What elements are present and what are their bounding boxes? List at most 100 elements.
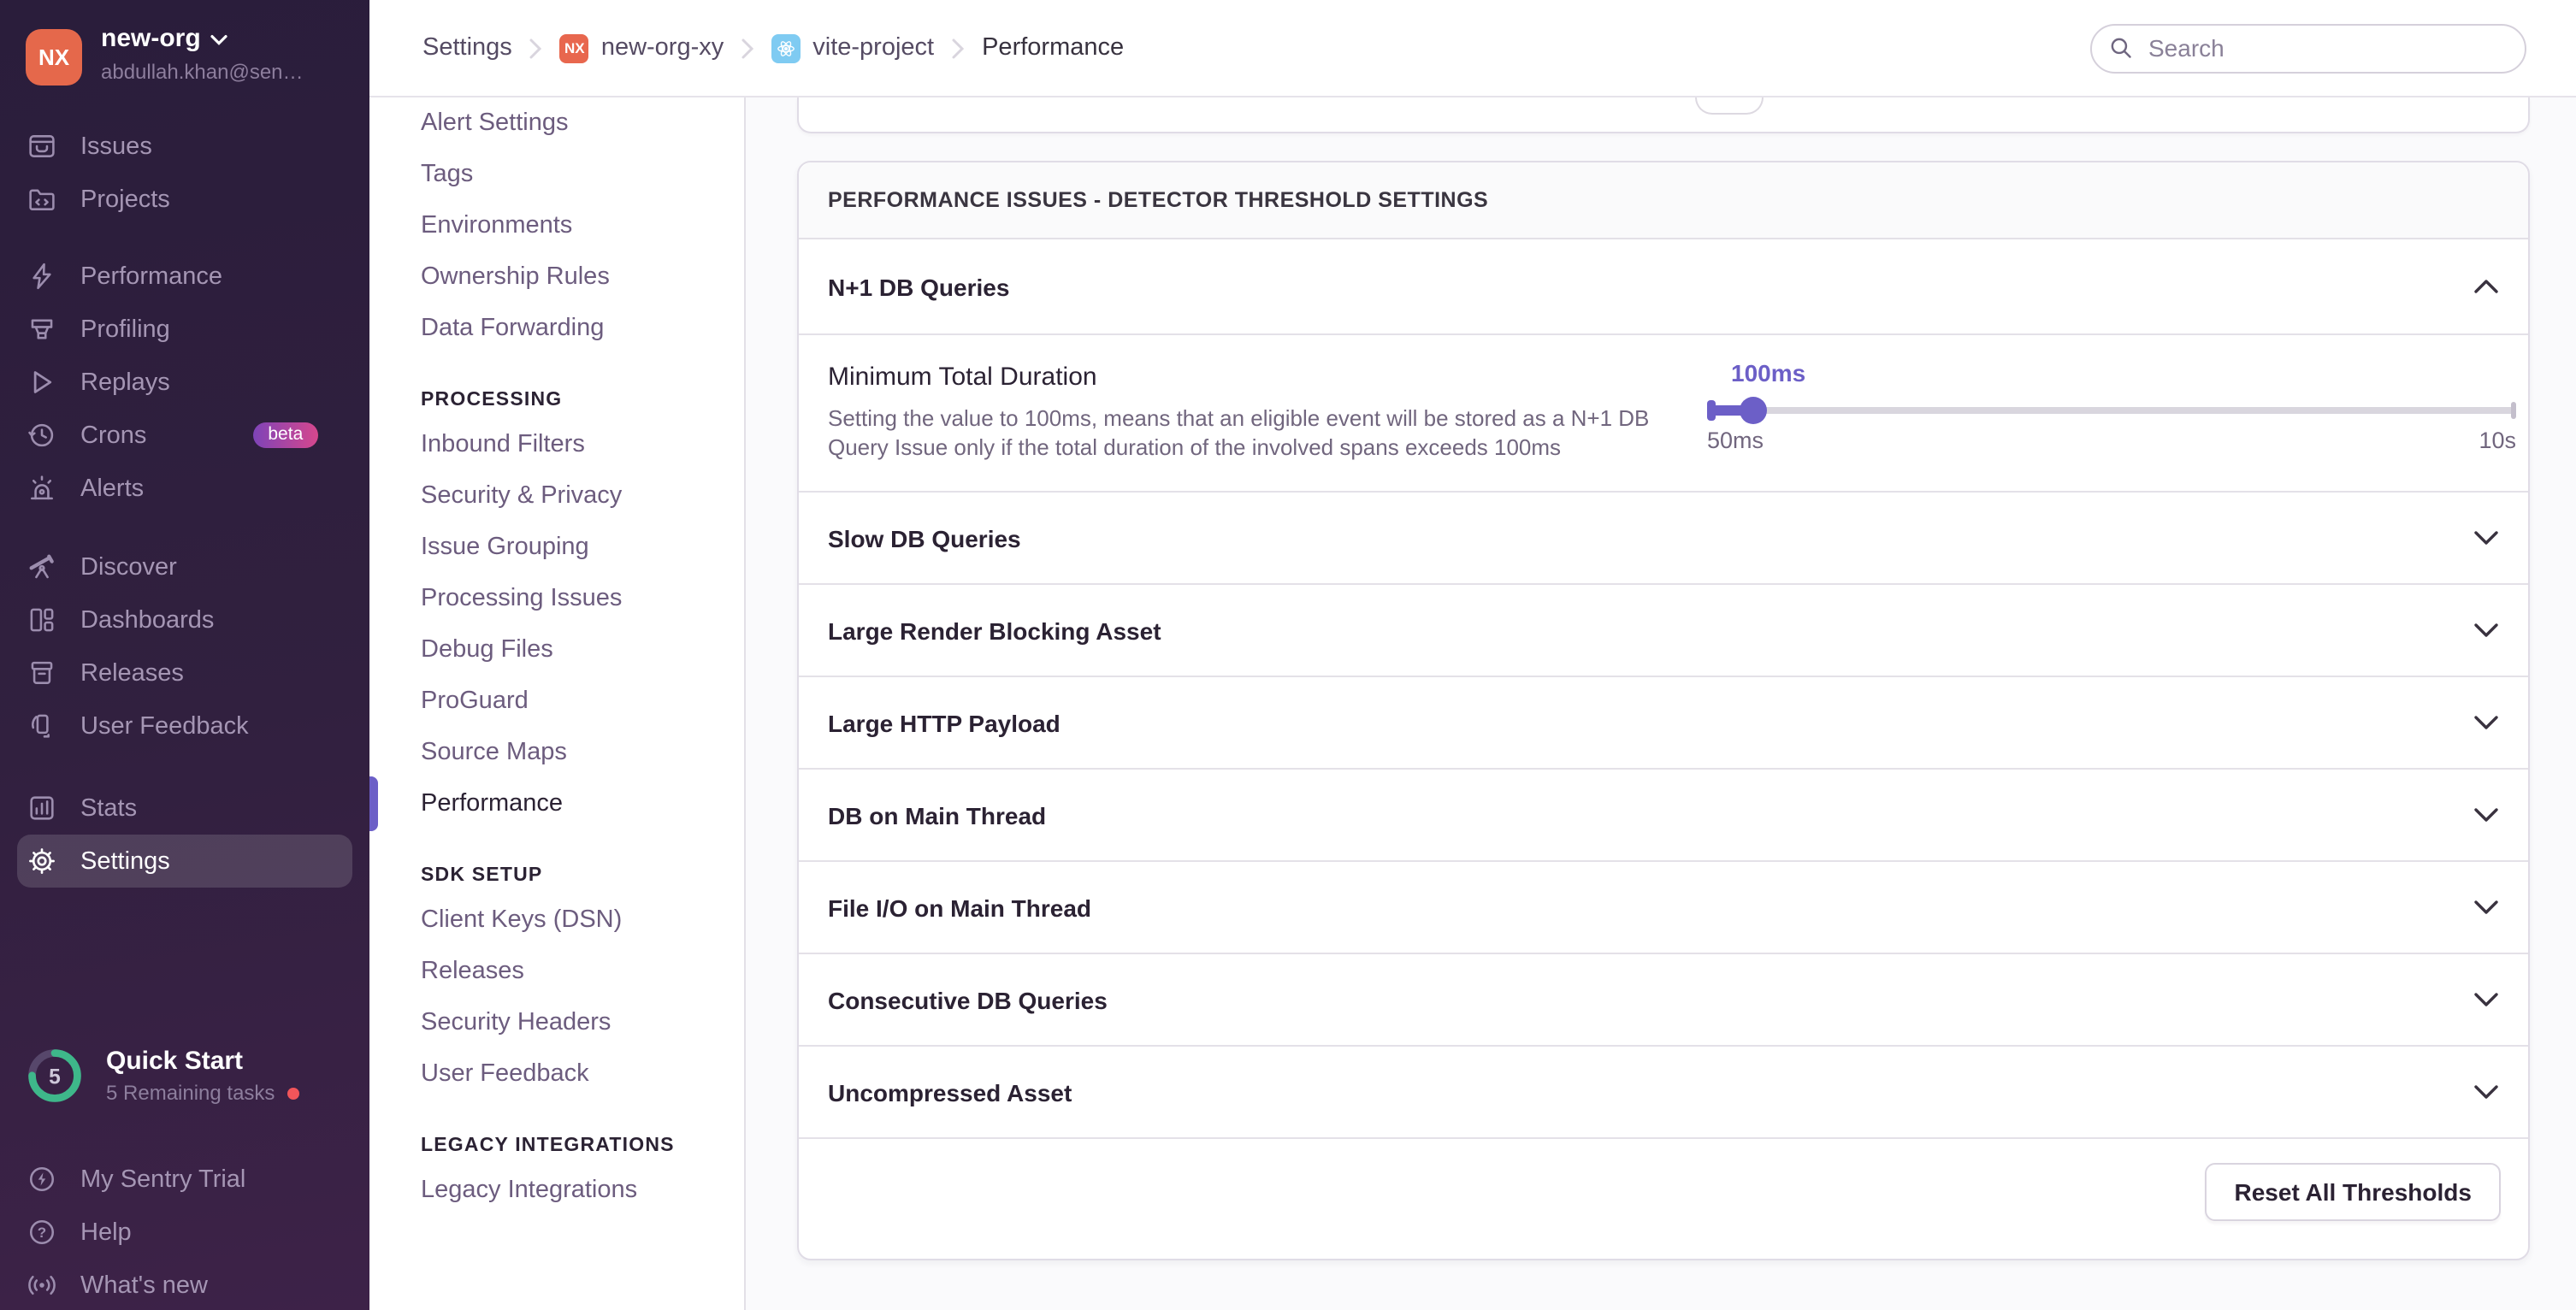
accordion-row-n1-db-queries[interactable]: N+1 DB Queries xyxy=(799,239,2528,335)
accordion-row-consecutive-db-queries[interactable]: Consecutive DB Queries xyxy=(799,954,2528,1047)
sidebar-item-whats-new[interactable]: What's new xyxy=(0,1259,369,1310)
slider-thumb[interactable] xyxy=(1740,397,1767,424)
sidebar-item-label: My Sentry Trial xyxy=(80,1165,245,1193)
settings-nav-item-security-headers[interactable]: Security Headers xyxy=(369,997,744,1048)
sidebar-item-performance[interactable]: Performance xyxy=(0,250,369,303)
dashboards-icon xyxy=(27,605,56,634)
stats-icon xyxy=(27,794,56,823)
settings-nav-item-tags[interactable]: Tags xyxy=(369,149,744,200)
breadcrumb-org[interactable]: NX new-org-xy xyxy=(560,33,724,62)
accordion-row-file-io-on-main-thread[interactable]: File I/O on Main Thread xyxy=(799,862,2528,954)
sidebar-item-releases[interactable]: Releases xyxy=(0,646,369,699)
duration-slider: 100ms 50ms 10s xyxy=(1707,335,2516,493)
profiling-icon xyxy=(27,315,56,344)
help-icon: ? xyxy=(27,1218,56,1247)
chevron-right-icon xyxy=(529,37,543,59)
chevron-down-icon xyxy=(211,34,228,46)
sidebar-group-main: Issues Projects xyxy=(0,120,369,226)
sidebar-item-label: Crons xyxy=(80,422,146,449)
sidebar-item-label: Releases xyxy=(80,659,184,687)
settings-nav-header-processing: PROCESSING xyxy=(369,381,744,419)
projects-icon xyxy=(27,185,56,214)
setting-label: Minimum Total Duration xyxy=(828,363,1692,392)
settings-nav-item-debug-files[interactable]: Debug Files xyxy=(369,624,744,676)
sidebar-item-replays[interactable]: Replays xyxy=(0,356,369,409)
accordion-title: File I/O on Main Thread xyxy=(828,894,1091,921)
user-feedback-icon xyxy=(27,711,56,741)
sidebar-item-alerts[interactable]: Alerts xyxy=(0,462,369,515)
search-box[interactable] xyxy=(2090,23,2526,73)
sidebar-item-label: Issues xyxy=(80,133,152,160)
settings-nav-item-environments[interactable]: Environments xyxy=(369,200,744,251)
sidebar-item-stats[interactable]: Stats xyxy=(0,782,369,835)
org-name: new-org xyxy=(101,24,201,56)
chevron-down-icon xyxy=(2473,715,2499,730)
broadcast-icon xyxy=(27,1271,56,1300)
settings-nav-item-security-privacy[interactable]: Security & Privacy xyxy=(369,470,744,522)
settings-nav-item-legacy-integrations[interactable]: Legacy Integrations xyxy=(369,1165,744,1216)
sidebar-item-label: Help xyxy=(80,1219,132,1246)
settings-nav-item-performance[interactable]: Performance xyxy=(369,778,744,829)
settings-nav-item-releases[interactable]: Releases xyxy=(369,946,744,997)
slider-start-cap xyxy=(1707,400,1716,421)
alerts-icon xyxy=(27,474,56,503)
accordion-row-large-http-payload[interactable]: Large HTTP Payload xyxy=(799,677,2528,770)
settings-nav: Alert Settings Tags Environments Ownersh… xyxy=(369,97,746,1310)
breadcrumb-settings[interactable]: Settings xyxy=(422,34,512,62)
settings-nav-item-issue-grouping[interactable]: Issue Grouping xyxy=(369,522,744,573)
sidebar-item-discover[interactable]: Discover xyxy=(0,540,369,593)
accordion-title: DB on Main Thread xyxy=(828,801,1046,829)
settings-nav-item-client-keys[interactable]: Client Keys (DSN) xyxy=(369,894,744,946)
sidebar-item-crons[interactable]: Crons beta xyxy=(0,409,369,462)
issues-icon xyxy=(27,132,56,161)
breadcrumb-bar: Settings NX new-org-xy vite-project xyxy=(369,0,2576,97)
accordion-row-slow-db-queries[interactable]: Slow DB Queries xyxy=(799,493,2528,585)
sidebar-group-explore: Discover Dashboards Releases User Feedba… xyxy=(0,540,369,752)
settings-nav-item-ownership-rules[interactable]: Ownership Rules xyxy=(369,251,744,303)
performance-icon xyxy=(27,262,56,291)
trial-icon xyxy=(27,1165,56,1194)
sidebar-item-label: Dashboards xyxy=(80,606,214,634)
accordion-title: Large HTTP Payload xyxy=(828,709,1061,736)
org-switcher[interactable]: NX new-org abdullah.khan@sen… xyxy=(0,0,369,86)
accordion-row-large-render-blocking-asset[interactable]: Large Render Blocking Asset xyxy=(799,585,2528,677)
settings-nav-item-inbound-filters[interactable]: Inbound Filters xyxy=(369,419,744,470)
sidebar-item-settings[interactable]: Settings xyxy=(17,835,352,888)
sidebar-item-user-feedback[interactable]: User Feedback xyxy=(0,699,369,752)
breadcrumb-project[interactable]: vite-project xyxy=(771,33,934,62)
sidebar-item-dashboards[interactable]: Dashboards xyxy=(0,593,369,646)
slider-track[interactable] xyxy=(1707,407,2516,414)
chevron-down-icon xyxy=(2473,623,2499,638)
project-platform-icon xyxy=(771,33,801,62)
sidebar-item-my-sentry-trial[interactable]: My Sentry Trial xyxy=(0,1153,369,1206)
org-avatar: NX xyxy=(26,29,82,86)
sidebar-item-help[interactable]: ? Help xyxy=(0,1206,369,1259)
breadcrumb-org-label: new-org-xy xyxy=(601,34,724,62)
settings-nav-item-proguard[interactable]: ProGuard xyxy=(369,676,744,727)
settings-nav-item-processing-issues[interactable]: Processing Issues xyxy=(369,573,744,624)
panel-header: PERFORMANCE ISSUES - DETECTOR THRESHOLD … xyxy=(799,162,2528,239)
settings-nav-item-alert-settings[interactable]: Alert Settings xyxy=(369,97,744,149)
sidebar-item-issues[interactable]: Issues xyxy=(0,120,369,173)
discover-icon xyxy=(27,552,56,581)
accordion-title: Large Render Blocking Asset xyxy=(828,617,1161,644)
sidebar-item-label: Profiling xyxy=(80,316,170,343)
accordion-title: N+1 DB Queries xyxy=(828,273,1009,300)
settings-nav-item-source-maps[interactable]: Source Maps xyxy=(369,727,744,778)
chevron-right-icon xyxy=(741,37,754,59)
accordion-row-db-on-main-thread[interactable]: DB on Main Thread xyxy=(799,770,2528,862)
search-input[interactable] xyxy=(2145,32,2508,63)
sidebar-item-projects[interactable]: Projects xyxy=(0,173,369,226)
quick-start[interactable]: 5 Quick Start 5 Remaining tasks xyxy=(26,1047,298,1105)
settings-nav-item-user-feedback[interactable]: User Feedback xyxy=(369,1048,744,1100)
org-badge: NX xyxy=(560,33,589,62)
setting-description: Setting the value to 100ms, means that a… xyxy=(828,404,1692,463)
accordion-row-uncompressed-asset[interactable]: Uncompressed Asset xyxy=(799,1047,2528,1139)
quick-start-progress-ring: 5 xyxy=(26,1047,84,1105)
sidebar-item-profiling[interactable]: Profiling xyxy=(0,303,369,356)
panel-collapse-notch[interactable] xyxy=(1695,96,1764,115)
svg-text:?: ? xyxy=(38,1224,46,1241)
reset-all-thresholds-button[interactable]: Reset All Thresholds xyxy=(2206,1163,2502,1221)
settings-nav-item-data-forwarding[interactable]: Data Forwarding xyxy=(369,303,744,354)
chevron-down-icon xyxy=(2473,807,2499,823)
